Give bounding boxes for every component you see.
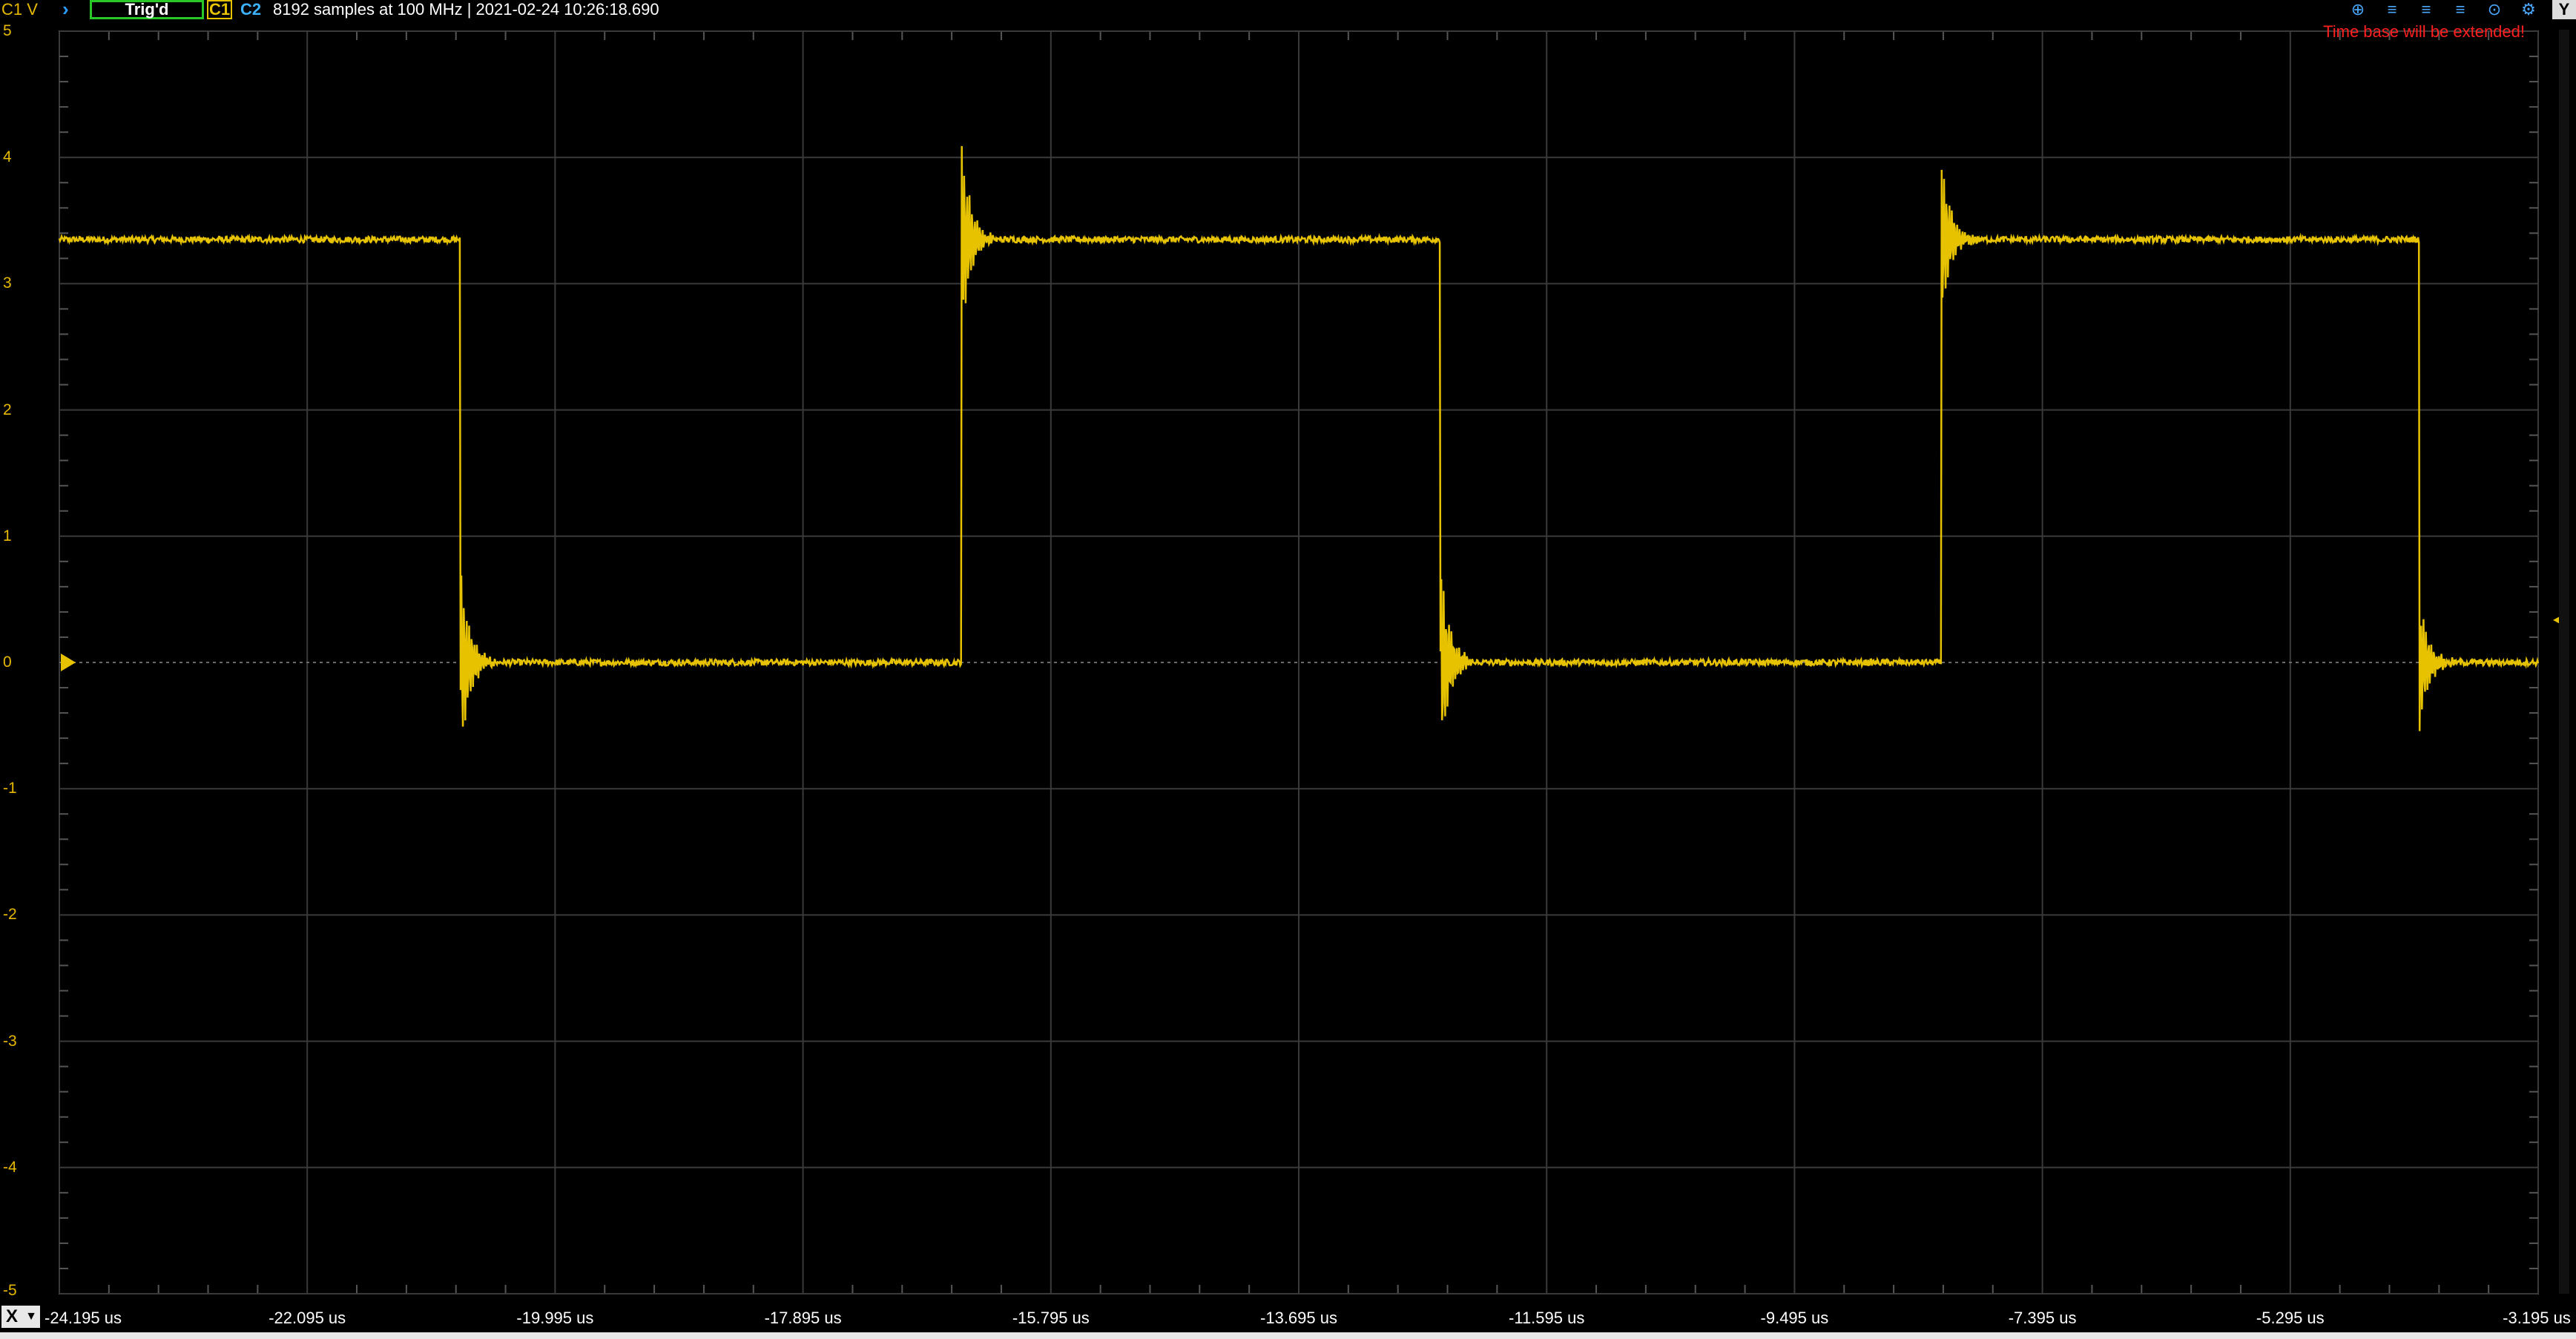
x-tick-label: -13.695 us: [1260, 1309, 1337, 1327]
y-tick-label: -1: [3, 780, 17, 797]
align-center-icon[interactable]: ≡: [2411, 0, 2441, 19]
x-tick-label: -19.995 us: [516, 1309, 594, 1327]
x-tick-label: -15.795 us: [1012, 1309, 1090, 1327]
align-left-icon[interactable]: ≡: [2377, 0, 2407, 19]
y-tick-label: 4: [3, 148, 12, 166]
trigger-status[interactable]: Trig'd: [90, 0, 204, 19]
x-tick-label: -7.395 us: [2008, 1309, 2077, 1327]
y-tick-label: 0: [3, 654, 12, 671]
toolbar: ⊕ ≡ ≡ ≡ ⊙ ⚙: [2343, 0, 2543, 19]
y-axis-button[interactable]: Y: [2552, 0, 2576, 19]
channel-c1-button[interactable]: C1: [207, 0, 232, 19]
x-axis-button[interactable]: X ▼: [1, 1306, 40, 1328]
x-tick-label: -24.195 us: [45, 1309, 122, 1327]
zoom-in-icon[interactable]: ⊕: [2343, 0, 2373, 19]
chevron-right-icon[interactable]: ›: [62, 0, 69, 19]
settings-icon[interactable]: ⚙: [2514, 0, 2543, 19]
x-tick-label: -17.895 us: [764, 1309, 842, 1327]
y-tick-label: 3: [3, 274, 12, 292]
right-scrollbar[interactable]: [2559, 30, 2569, 1294]
align-right-icon[interactable]: ≡: [2445, 0, 2475, 19]
x-tick-label: -22.095 us: [269, 1309, 346, 1327]
y-tick-label: 5: [3, 22, 12, 39]
bottom-strip: [0, 1332, 2576, 1339]
plot-area[interactable]: [0, 0, 2576, 1339]
y-tick-label: -2: [3, 906, 17, 924]
timebase-warning: Time base will be extended!: [2323, 22, 2525, 41]
y-tick-label: -4: [3, 1158, 17, 1176]
x-tick-label: -5.295 us: [2256, 1309, 2325, 1327]
grid: [59, 30, 2539, 1294]
zoom-icon[interactable]: ⊙: [2480, 0, 2509, 19]
x-tick-label: -3.195 us: [2503, 1309, 2571, 1327]
x-button-label: X: [6, 1306, 19, 1326]
top-bar: C1 V › Trig'd C1 C2 8192 samples at 100 …: [0, 0, 2576, 20]
channel-c2-button[interactable]: C2: [236, 0, 266, 19]
ground-marker[interactable]: [61, 654, 76, 671]
y-axis-labels: 5 4 3 2 1 0 -1 -2 -3 -4 -5: [0, 0, 30, 1339]
y-tick-label: 1: [3, 527, 12, 545]
acquisition-info: 8192 samples at 100 MHz | 2021-02-24 10:…: [273, 0, 659, 19]
x-tick-label: -9.495 us: [1760, 1309, 1829, 1327]
x-tick-label: -11.595 us: [1509, 1309, 1585, 1327]
y-tick-label: -5: [3, 1282, 17, 1299]
y-tick-label: -3: [3, 1032, 17, 1050]
y-tick-label: 2: [3, 401, 12, 418]
chevron-down-icon: ▼: [25, 1310, 37, 1323]
